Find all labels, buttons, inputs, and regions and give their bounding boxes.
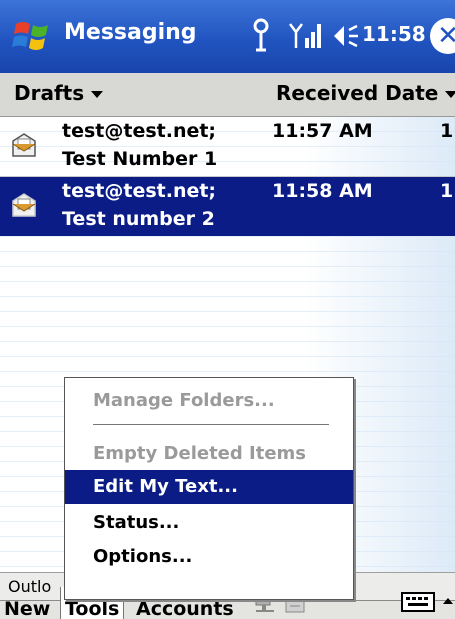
message-recipient: test@test.net; <box>62 120 217 142</box>
folder-dropdown[interactable]: Drafts <box>14 81 104 105</box>
menu-item-status[interactable]: Status... <box>65 506 353 540</box>
message-row[interactable]: test@test.net; 11:57 AM 1K Test Number 1 <box>0 117 455 177</box>
message-subject: Test number 2 <box>62 208 215 230</box>
tools-menu: Manage Folders... Empty Deleted Items Ed… <box>64 377 354 600</box>
command-bar: New Tools Accounts <box>0 587 455 619</box>
speaker-icon[interactable] <box>330 22 360 50</box>
message-icon <box>12 193 36 217</box>
menu-item-edit-my-text[interactable]: Edit My Text... <box>65 470 353 504</box>
windows-start-icon[interactable] <box>12 14 54 56</box>
menu-divider <box>93 424 329 425</box>
antenna-icon[interactable] <box>250 18 272 52</box>
message-size: 1K <box>440 120 455 142</box>
chevron-down-icon <box>91 91 104 98</box>
app-title: Messaging <box>64 20 197 45</box>
up-arrow-icon[interactable] <box>442 588 454 614</box>
list-header: Drafts Received Date <box>0 73 455 117</box>
menu-item-manage-folders[interactable]: Manage Folders... <box>65 384 353 418</box>
menu-item-options[interactable]: Options... <box>65 540 353 574</box>
keyboard-icon[interactable] <box>400 588 436 614</box>
message-size: 1K <box>440 180 455 202</box>
close-icon[interactable]: ✕ <box>430 18 455 54</box>
title-bar: Messaging 11:58 ✕ <box>0 0 455 73</box>
sort-dropdown[interactable]: Received Date <box>276 81 455 105</box>
message-time: 11:58 AM <box>272 180 373 202</box>
message-row-selected[interactable]: test@test.net; 11:58 AM 1K Test number 2 <box>0 177 455 236</box>
message-recipient: test@test.net; <box>62 180 217 202</box>
clock[interactable]: 11:58 <box>362 22 426 46</box>
menu-item-empty-deleted[interactable]: Empty Deleted Items <box>65 437 353 471</box>
sort-dropdown-label: Received Date <box>276 81 439 105</box>
message-time: 11:57 AM <box>272 120 373 142</box>
message-subject: Test Number 1 <box>62 148 218 170</box>
chevron-down-icon <box>445 91 455 98</box>
folder-dropdown-label: Drafts <box>14 81 85 105</box>
signal-icon[interactable] <box>286 20 322 50</box>
message-icon <box>12 133 36 157</box>
new-button[interactable]: New <box>4 587 50 619</box>
